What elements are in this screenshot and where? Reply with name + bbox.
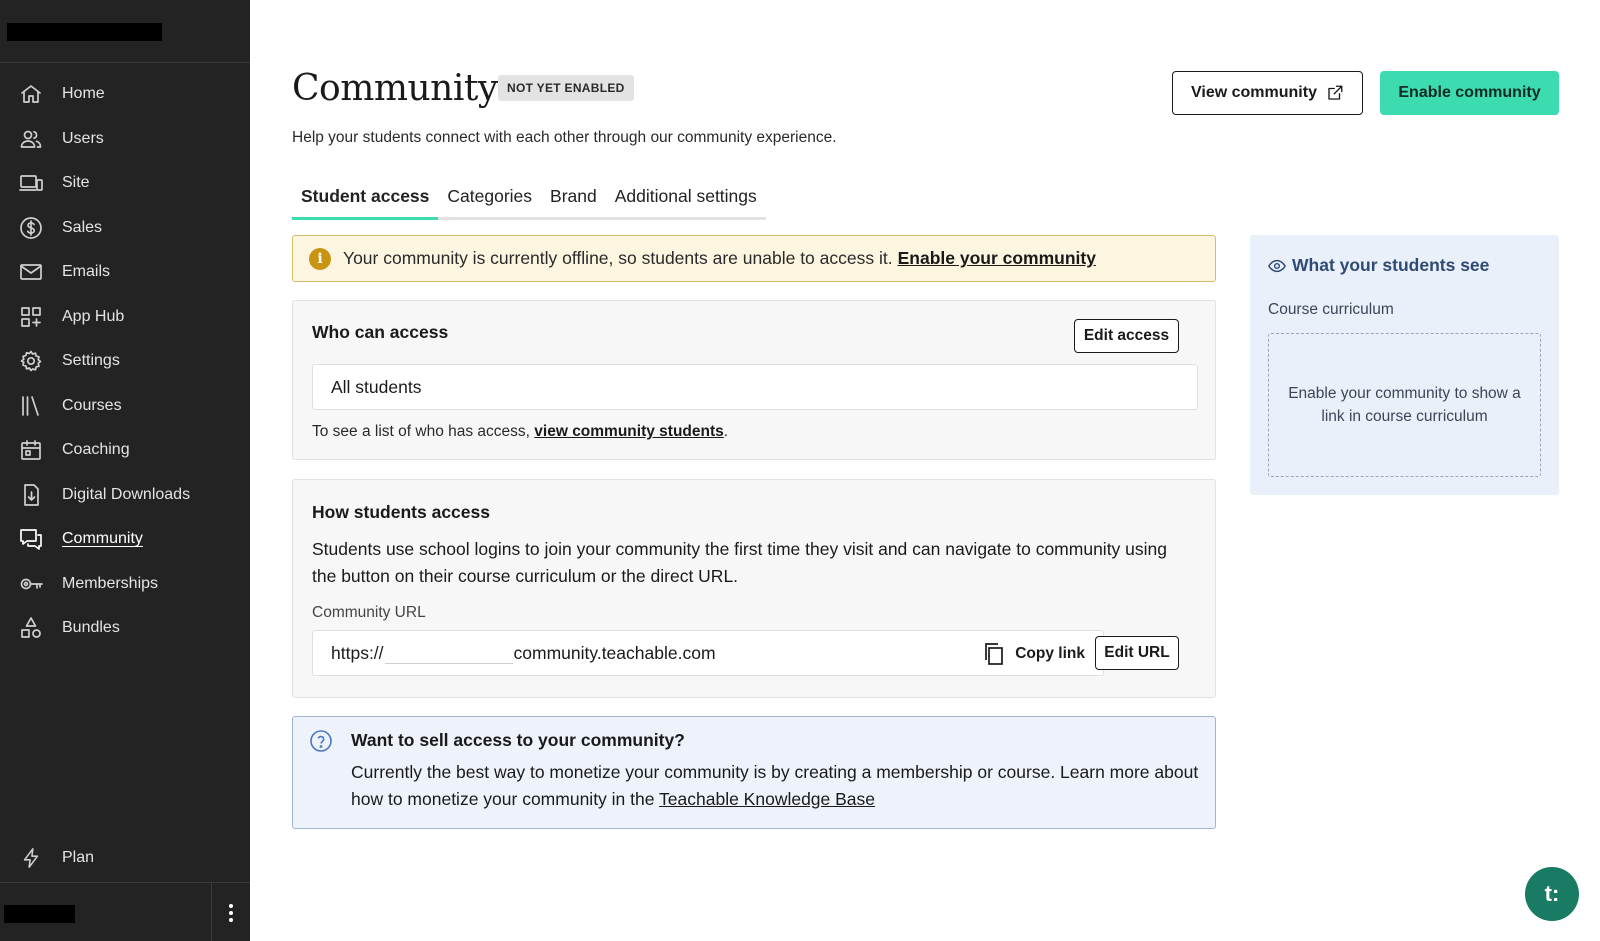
url-prefix: https:// bbox=[331, 642, 384, 663]
page-subtitle: Help your students connect with each oth… bbox=[292, 129, 837, 146]
page-title: Community bbox=[292, 68, 498, 109]
sidebar-item-label: Site bbox=[62, 174, 90, 192]
tab-brand[interactable]: Brand bbox=[541, 180, 606, 220]
sidebar-header bbox=[0, 0, 250, 63]
knowledge-base-link[interactable]: Teachable Knowledge Base bbox=[659, 789, 875, 809]
main-content: Community NOT YET ENABLED Help your stud… bbox=[250, 0, 1600, 941]
student-preview-panel: What your students see Course curriculum… bbox=[1250, 235, 1559, 495]
who-can-access-card: Who can access Edit access All students … bbox=[292, 300, 1216, 460]
sell-access-title: Want to sell access to your community? bbox=[351, 730, 685, 750]
sidebar-item-settings[interactable]: Settings bbox=[0, 339, 250, 384]
sidebar-item-label: Digital Downloads bbox=[62, 485, 191, 503]
sidebar-item-label: Home bbox=[62, 85, 105, 103]
chat-launcher-button[interactable]: t: bbox=[1525, 867, 1579, 921]
sidebar-item-courses[interactable]: Courses bbox=[0, 384, 250, 429]
preview-label: Course curriculum bbox=[1268, 301, 1394, 318]
sidebar-item-site[interactable]: Site bbox=[0, 161, 250, 206]
sell-access-info: Want to sell access to your community? C… bbox=[292, 716, 1216, 829]
view-community-button[interactable]: View community bbox=[1172, 71, 1363, 115]
view-community-students-link[interactable]: view community students bbox=[534, 423, 723, 440]
tab-additional-settings[interactable]: Additional settings bbox=[606, 180, 766, 220]
user-name-redacted[interactable] bbox=[4, 905, 75, 923]
sidebar-item-coaching[interactable]: Coaching bbox=[0, 428, 250, 473]
alert-text: Your community is currently offline, so … bbox=[343, 248, 893, 268]
url-suffix: community.teachable.com bbox=[513, 642, 716, 663]
site-icon bbox=[19, 171, 43, 195]
enable-community-button[interactable]: Enable community bbox=[1380, 71, 1559, 115]
edit-url-button[interactable]: Edit URL bbox=[1095, 636, 1179, 670]
sidebar-nav: Home Users Site Sales Emails App Hub Set… bbox=[0, 63, 250, 651]
community-url-field: https:// community.teachable.com Copy li… bbox=[312, 630, 1104, 676]
sidebar-item-label: Users bbox=[62, 129, 104, 147]
shapes-icon bbox=[19, 616, 43, 640]
url-subdomain-redacted bbox=[384, 642, 513, 664]
preview-title-text: What your students see bbox=[1292, 255, 1490, 275]
more-options-button[interactable] bbox=[211, 883, 250, 941]
sidebar-item-digital-downloads[interactable]: Digital Downloads bbox=[0, 473, 250, 518]
sell-access-body: Currently the best way to monetize your … bbox=[351, 759, 1201, 813]
enable-community-link[interactable]: Enable your community bbox=[898, 248, 1096, 269]
sidebar-item-label: Settings bbox=[62, 352, 120, 370]
how-students-access-card: How students access Students use school … bbox=[292, 479, 1216, 698]
access-note: To see a list of who has access, view co… bbox=[312, 423, 728, 441]
users-icon bbox=[19, 127, 43, 151]
school-name-redacted[interactable] bbox=[7, 23, 162, 41]
sidebar-item-label: App Hub bbox=[62, 307, 125, 325]
sidebar-item-bundles[interactable]: Bundles bbox=[0, 606, 250, 651]
library-icon bbox=[19, 394, 43, 418]
sidebar-item-app-hub[interactable]: App Hub bbox=[0, 295, 250, 340]
how-students-access-title: How students access bbox=[312, 502, 490, 522]
mail-icon bbox=[19, 260, 43, 284]
tab-student-access[interactable]: Student access bbox=[292, 180, 439, 220]
sidebar-item-label: Plan bbox=[62, 849, 95, 866]
preview-title: What your students see bbox=[1268, 255, 1489, 276]
dollar-icon bbox=[19, 216, 43, 240]
sidebar-item-label: Sales bbox=[62, 218, 103, 236]
gear-icon bbox=[19, 349, 43, 373]
sidebar-item-label: Memberships bbox=[62, 574, 159, 592]
copy-link-label: Copy link bbox=[1015, 645, 1085, 662]
sidebar-item-community[interactable]: Community bbox=[0, 517, 250, 562]
chat-icon bbox=[19, 527, 43, 551]
copy-link-button[interactable]: Copy link bbox=[983, 631, 1085, 677]
sidebar-item-label: Bundles bbox=[62, 619, 120, 637]
sidebar: Home Users Site Sales Emails App Hub Set… bbox=[0, 0, 250, 941]
download-file-icon bbox=[19, 483, 43, 507]
offline-alert: i Your community is currently offline, s… bbox=[292, 235, 1216, 282]
external-link-icon bbox=[1328, 85, 1343, 100]
key-icon bbox=[19, 572, 43, 596]
sidebar-item-emails[interactable]: Emails bbox=[0, 250, 250, 295]
community-url-label: Community URL bbox=[312, 604, 426, 621]
access-note-prefix: To see a list of who has access, bbox=[312, 423, 530, 440]
sidebar-item-plan[interactable]: Plan bbox=[0, 836, 250, 880]
calendar-icon bbox=[19, 438, 43, 462]
sidebar-item-label: Courses bbox=[62, 396, 122, 414]
app-grid-icon bbox=[19, 305, 43, 329]
sidebar-item-home[interactable]: Home bbox=[0, 72, 250, 117]
access-note-suffix: . bbox=[723, 423, 729, 440]
lightning-icon bbox=[19, 846, 43, 870]
sidebar-footer bbox=[0, 882, 250, 941]
sidebar-item-sales[interactable]: Sales bbox=[0, 206, 250, 251]
tab-categories[interactable]: Categories bbox=[438, 180, 541, 220]
kebab-icon bbox=[229, 902, 233, 923]
view-community-label: View community bbox=[1191, 84, 1317, 101]
warning-icon: i bbox=[309, 247, 331, 270]
who-can-access-title: Who can access bbox=[312, 322, 449, 342]
eye-icon bbox=[1268, 259, 1286, 272]
sidebar-item-users[interactable]: Users bbox=[0, 117, 250, 162]
edit-access-button[interactable]: Edit access bbox=[1074, 319, 1179, 353]
status-badge: NOT YET ENABLED bbox=[498, 75, 634, 101]
sidebar-item-label: Emails bbox=[62, 263, 111, 281]
how-students-access-description: Students use school logins to join your … bbox=[312, 539, 1168, 586]
home-icon bbox=[19, 82, 43, 106]
access-value-field: All students bbox=[312, 364, 1198, 410]
curriculum-placeholder: Enable your community to show a link in … bbox=[1268, 333, 1541, 477]
sidebar-item-memberships[interactable]: Memberships bbox=[0, 562, 250, 607]
sidebar-item-label: Community bbox=[62, 530, 143, 548]
tab-bar: Student access Categories Brand Addition… bbox=[292, 180, 766, 220]
copy-icon bbox=[985, 643, 1004, 665]
sidebar-item-label: Coaching bbox=[62, 441, 130, 459]
question-icon bbox=[309, 729, 333, 753]
